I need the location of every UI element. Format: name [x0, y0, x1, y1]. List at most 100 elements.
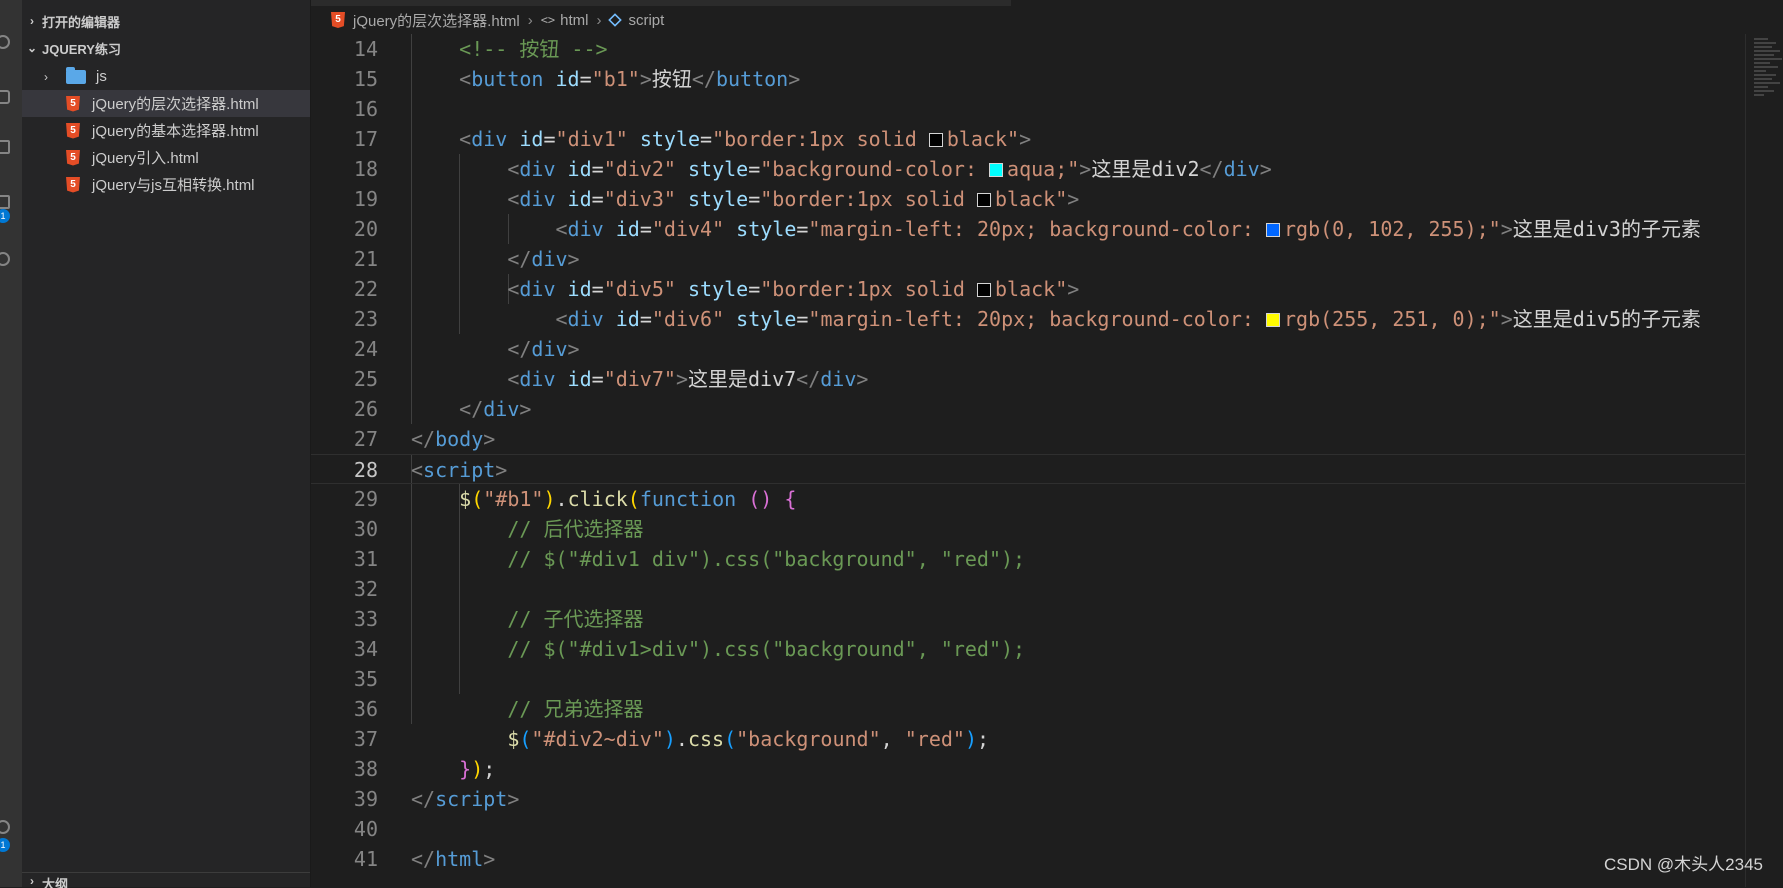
code-line: 24 </div> [311, 334, 1745, 364]
line-number: 29 [353, 487, 378, 511]
code-line: 35 [311, 664, 1745, 694]
html5-icon: 5 [331, 12, 345, 28]
tree-folder-js[interactable]: › js [22, 63, 310, 90]
minimap-line [1754, 54, 1774, 56]
html5-icon: 5 [66, 95, 80, 112]
line-number: 20 [353, 217, 378, 241]
outline-header[interactable]: › 大纲 [22, 874, 310, 888]
color-swatch-aqua[interactable] [989, 163, 1004, 177]
watermark: CSDN @木头人2345 [1604, 855, 1763, 874]
remote-icon[interactable] [0, 252, 10, 266]
color-swatch-black[interactable] [977, 283, 991, 297]
minimap-line [1754, 42, 1776, 44]
folder-icon [66, 66, 86, 84]
html5-icon: 5 [66, 149, 80, 166]
code-line: 16 [311, 94, 1745, 124]
line-number: 19 [353, 187, 378, 211]
color-swatch-yellow[interactable] [1265, 313, 1280, 327]
explorer-sidebar: › 打开的编辑器 ⌄ JQUERY练习 › js 5 jQuery的层次选择器.… [22, 0, 311, 888]
line-number: 16 [353, 97, 378, 121]
line-number: 14 [353, 37, 378, 61]
code-line: 21 </div> [311, 244, 1745, 274]
color-swatch-blue[interactable] [1265, 223, 1280, 237]
tree-item-label: jQuery的基本选择器.html [92, 123, 259, 140]
chevron-right-icon: › [44, 69, 48, 84]
breadcrumb-element-script[interactable]: script [628, 12, 664, 29]
tree-file-jquery-js-convert[interactable]: 5 jQuery与js互相转换.html [22, 171, 310, 198]
code-line: 14 <!-- 按钮 --> [311, 34, 1745, 64]
workspace-header[interactable]: ⌄ JQUERY练习 [22, 35, 310, 61]
minimap-line [1754, 82, 1780, 84]
tree-file-basic-selectors[interactable]: 5 jQuery的基本选择器.html [22, 117, 310, 144]
line-number: 32 [353, 577, 378, 601]
line-number: 39 [353, 787, 378, 811]
code-editor[interactable]: 5 jQuery的层次选择器.html › <> html › script 1… [311, 0, 1783, 887]
line-number: 25 [353, 367, 378, 391]
account-badge: 1 [0, 838, 10, 852]
open-editors-label: 打开的编辑器 [42, 14, 121, 30]
minimap-line [1754, 74, 1776, 76]
chevron-down-icon: ⌄ [26, 41, 38, 55]
color-swatch-black[interactable] [977, 193, 991, 207]
workspace-label: JQUERY练习 [42, 41, 121, 57]
breadcrumb-file[interactable]: jQuery的层次选择器.html [353, 10, 520, 31]
minimap-line [1754, 50, 1780, 52]
tree-file-hierarchy-selectors[interactable]: 5 jQuery的层次选择器.html [22, 90, 310, 117]
minimap-line [1754, 70, 1766, 72]
line-number: 18 [353, 157, 378, 181]
line-number: 27 [353, 427, 378, 451]
code-line: 18 <div id="div2" style="background-colo… [311, 154, 1745, 184]
line-number: 17 [353, 127, 378, 151]
line-number: 23 [353, 307, 378, 331]
tag-icon: <> [540, 13, 556, 27]
tree-file-jquery-import[interactable]: 5 jQuery引入.html [22, 144, 310, 171]
code-line: 41 </html> [311, 844, 1745, 874]
code-line: 33 // 子代选择器 [311, 604, 1745, 634]
html5-icon: 5 [66, 122, 80, 139]
account-icon[interactable] [0, 820, 10, 834]
minimap-line [1754, 78, 1772, 80]
chevron-right-icon: › [527, 11, 533, 29]
minimap-line [1754, 62, 1770, 64]
tree-item-label: jQuery引入.html [92, 150, 199, 167]
section-divider [22, 872, 310, 873]
extensions-icon[interactable] [0, 195, 10, 209]
code-line: 15 <button id="b1">按钮</button> [311, 64, 1745, 94]
code-line: 20 <div id="div4" style="margin-left: 20… [311, 214, 1745, 244]
code-line-current: 28 <script> [311, 454, 1745, 484]
code-line: 17 <div id="div1" style="border:1px soli… [311, 124, 1745, 154]
line-number: 26 [353, 397, 378, 421]
tree-item-label: jQuery与js互相转换.html [92, 177, 255, 194]
html5-icon: 5 [66, 176, 80, 193]
line-number: 21 [353, 247, 378, 271]
cube-icon [608, 13, 623, 27]
code-line: 34 // $("#div1>div").css("background", "… [311, 634, 1745, 664]
minimap-line [1754, 46, 1772, 48]
minimap-line [1754, 94, 1764, 96]
search-icon[interactable] [0, 35, 10, 49]
minimap-line [1754, 38, 1768, 40]
code-line: 40 [311, 814, 1745, 844]
line-number: 24 [353, 337, 378, 361]
source-control-icon[interactable] [0, 90, 10, 104]
extensions-badge: 1 [0, 209, 10, 223]
code-line: 22 <div id="div5" style="border:1px soli… [311, 274, 1745, 304]
tree-item-label: js [96, 68, 107, 85]
breadcrumb-element-html[interactable]: html [560, 12, 588, 29]
color-swatch-black[interactable] [928, 133, 943, 147]
run-debug-icon[interactable] [0, 140, 10, 154]
code-line: 27 </body> [311, 424, 1745, 454]
open-editors-header[interactable]: › 打开的编辑器 [22, 8, 310, 34]
minimap-line [1754, 90, 1774, 92]
code-line: 38 }); [311, 754, 1745, 784]
line-number: 22 [353, 277, 378, 301]
minimap[interactable] [1745, 34, 1783, 887]
line-number: 41 [353, 847, 378, 871]
code-line: 25 <div id="div7">这里是div7</div> [311, 364, 1745, 394]
code-line: 39 </script> [311, 784, 1745, 814]
chevron-right-icon: › [596, 11, 602, 29]
minimap-line [1754, 66, 1778, 68]
line-number: 33 [353, 607, 378, 631]
line-number: 40 [353, 817, 378, 841]
outline-label: 大纲 [42, 877, 69, 888]
